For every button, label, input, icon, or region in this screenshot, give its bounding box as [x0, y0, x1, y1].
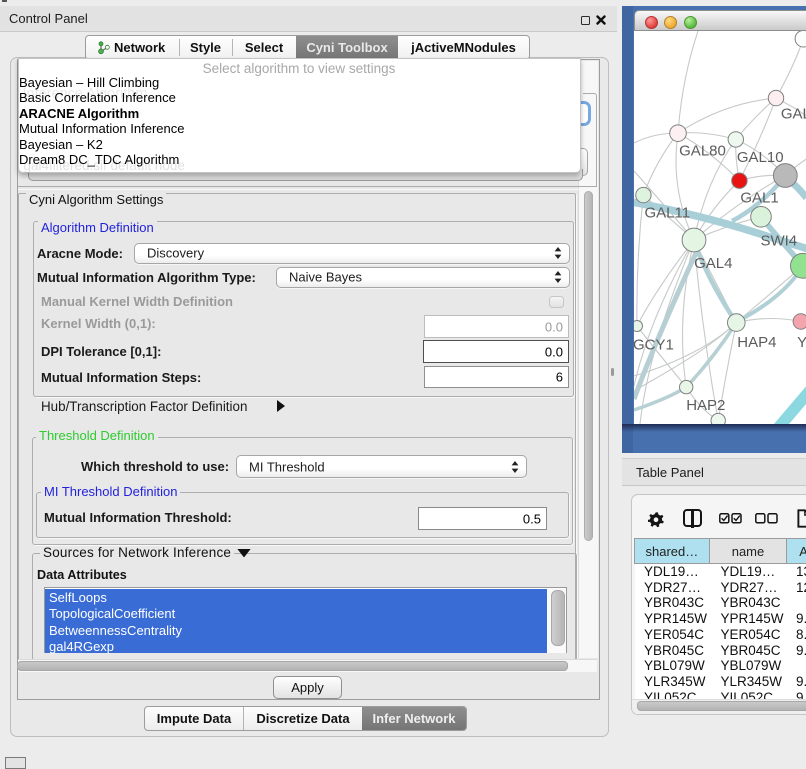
svg-text:GAL7: GAL7 [780, 106, 806, 123]
svg-text:GAL1: GAL1 [740, 190, 778, 207]
svg-text:GAL4: GAL4 [694, 255, 732, 272]
svg-text:GAL11: GAL11 [644, 204, 690, 221]
svg-text:GAL80: GAL80 [679, 143, 726, 160]
svg-text:YJL157C: YJL157C [797, 334, 806, 351]
svg-text:HAP4: HAP4 [737, 334, 776, 351]
svg-text:SWI4: SWI4 [760, 233, 797, 250]
svg-text:HAP2: HAP2 [686, 397, 725, 414]
svg-text:GAL10: GAL10 [736, 149, 783, 166]
svg-text:GCY1: GCY1 [634, 337, 674, 354]
